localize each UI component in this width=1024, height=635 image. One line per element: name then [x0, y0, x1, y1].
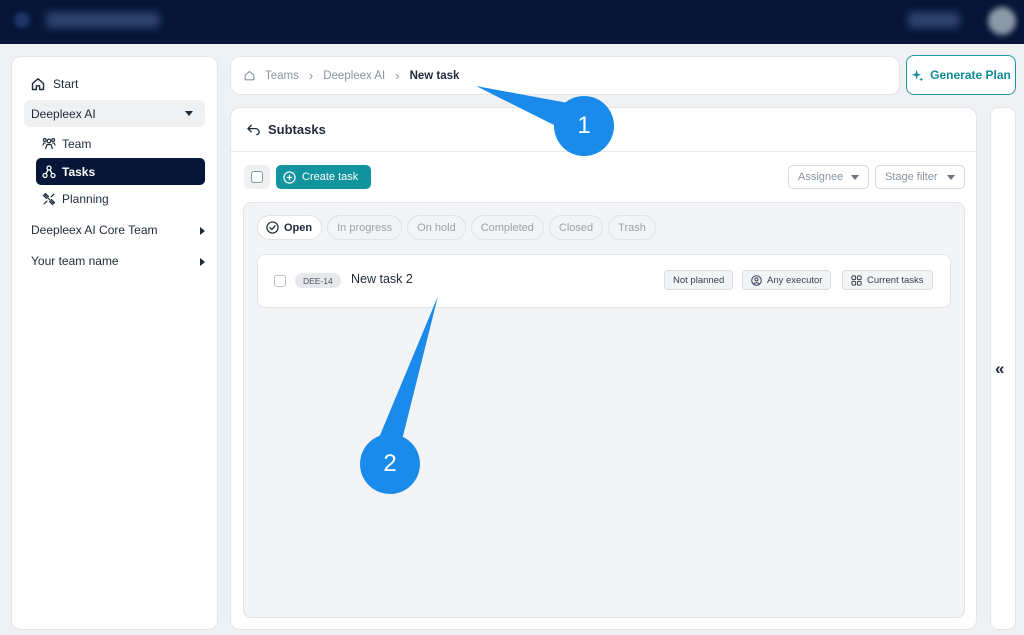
- callout-pointers: [378, 86, 568, 440]
- callout-badge-1: 1: [554, 96, 614, 156]
- callout-2-pointer: [378, 296, 438, 440]
- callout-badge-2: 2: [360, 434, 420, 494]
